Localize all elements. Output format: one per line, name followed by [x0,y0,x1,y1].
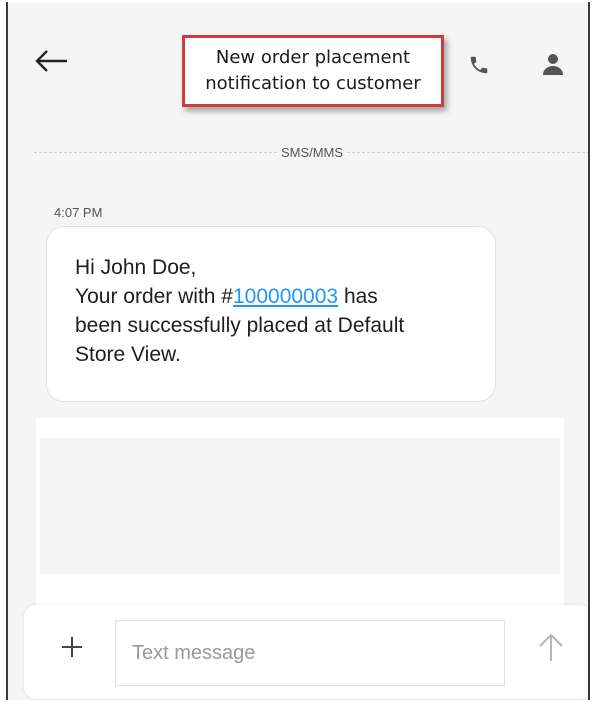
messaging-screen: New order placement notification to cust… [6,2,590,700]
contact-button[interactable] [538,48,568,80]
divider-line-right [347,151,588,153]
order-number-link[interactable]: 100000003 [233,285,338,308]
plus-icon [62,637,82,657]
channel-label: SMS/MMS [280,144,344,160]
blank-inner-panel [40,438,560,574]
message-line-1: Your order with #100000003 has [75,282,471,311]
divider-line-left [34,151,277,153]
message-suffix: has [338,285,378,308]
back-button[interactable] [32,46,72,76]
message-greeting: Hi John Doe, [75,256,197,279]
message-prefix: Your order with # [75,285,233,308]
callout-line-1: New order placement [215,47,411,68]
call-button[interactable] [464,50,494,80]
person-icon [543,54,563,75]
blank-area [36,418,564,608]
callout-line-2: notification to customer [205,73,421,94]
message-line-2: been successfully placed at Default [75,314,405,337]
message-bubble[interactable]: Hi John Doe, Your order with #100000003 … [46,226,496,402]
channel-divider: SMS/MMS [34,142,588,162]
text-message-input[interactable] [115,620,505,686]
add-attachment-button[interactable] [56,631,88,663]
message-timestamp: 4:07 PM [54,205,103,220]
send-button[interactable] [531,627,571,667]
arrow-up-icon [539,633,563,661]
annotation-callout: New order placement notification to cust… [182,35,444,107]
message-line-3: Store View. [75,343,181,366]
conversation-header: New order placement notification to cust… [8,2,588,120]
message-composer [24,605,588,699]
arrow-left-icon [35,50,67,72]
phone-icon [470,56,488,74]
